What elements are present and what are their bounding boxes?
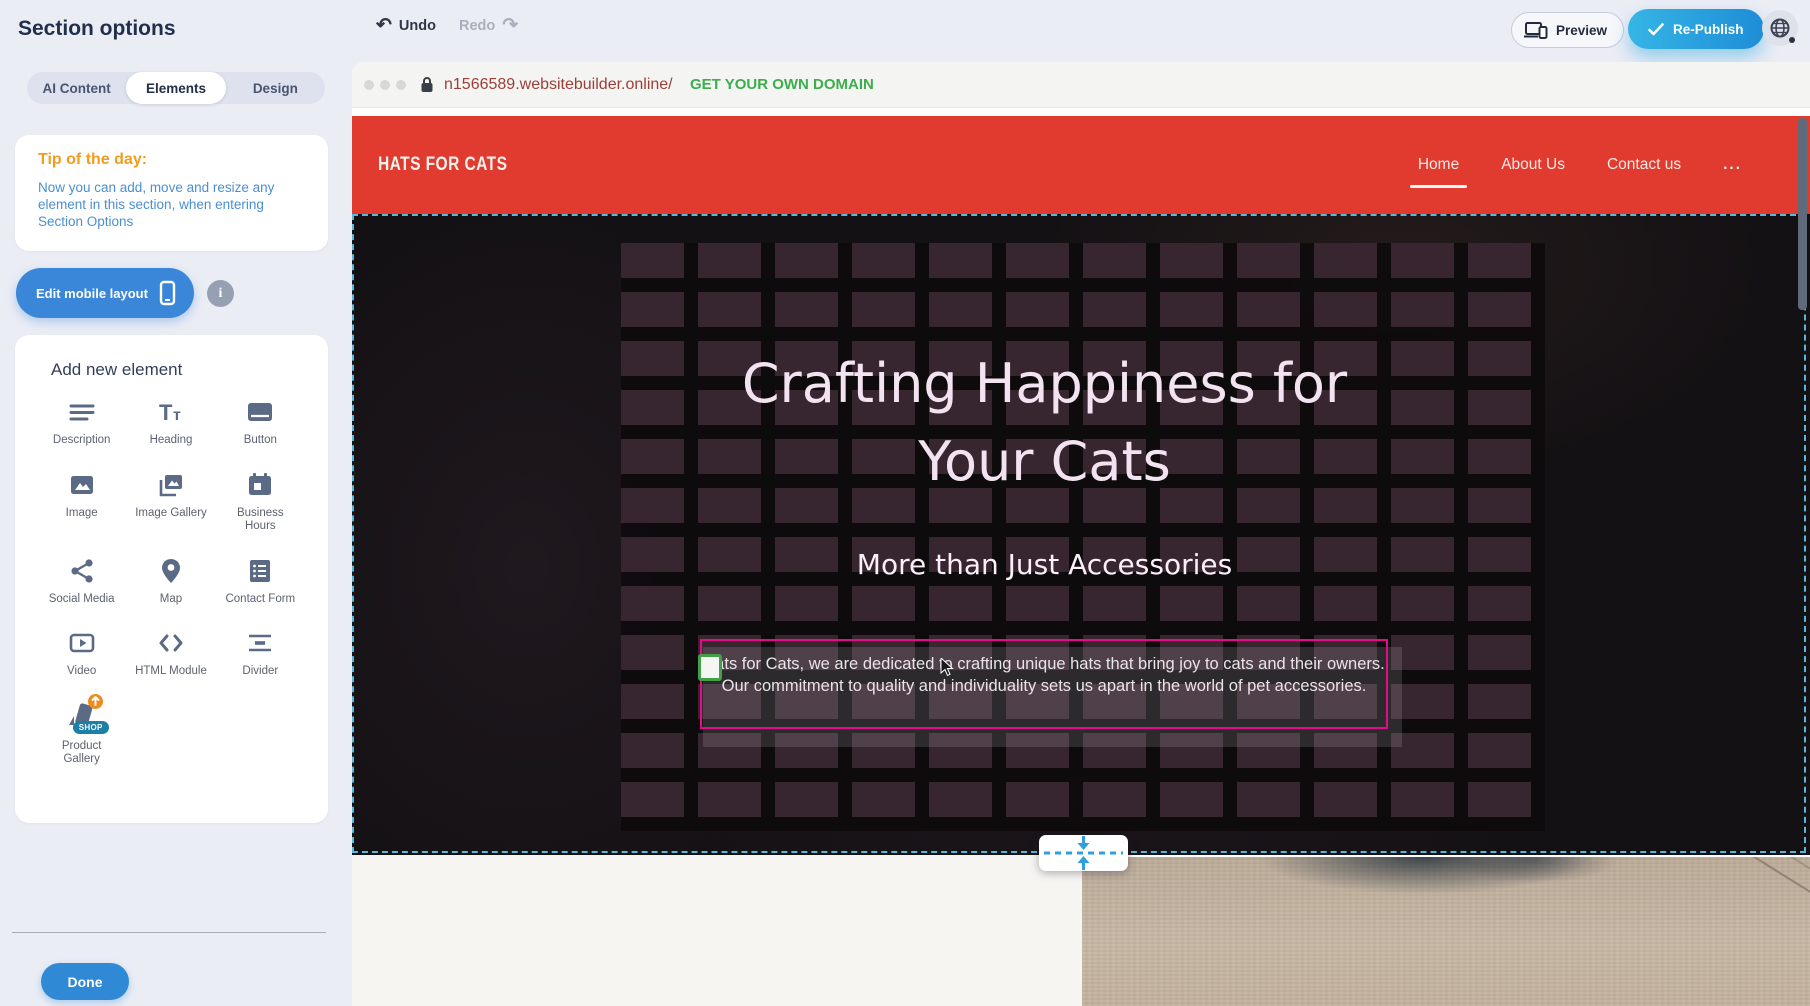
site-url[interactable]: n1566589.websitebuilder.online/	[444, 76, 673, 94]
panel-divider	[12, 932, 326, 933]
description-icon	[67, 397, 97, 427]
element-business-hours[interactable]: Business Hours	[216, 470, 305, 534]
section-resize-handle[interactable]	[1039, 835, 1128, 871]
redo-icon: ↷	[502, 16, 518, 35]
republish-button[interactable]: Re-Publish	[1628, 9, 1764, 49]
undo-icon: ↶	[376, 16, 392, 35]
hero-heading-line1[interactable]: Crafting Happiness for	[352, 352, 1737, 415]
site-preview-window: n1566589.websitebuilder.online/ GET YOUR…	[352, 62, 1810, 1006]
pavement-seam	[1711, 857, 1810, 946]
globe-status-dot	[1789, 37, 1795, 43]
page-title: Section options	[18, 17, 176, 41]
add-element-title: Add new element	[51, 360, 182, 380]
nav-about-us[interactable]: About Us	[1499, 146, 1567, 184]
image-gallery-icon	[156, 470, 186, 500]
contact-form-icon	[245, 556, 275, 586]
next-section-background	[352, 855, 1082, 1006]
map-icon	[156, 556, 186, 586]
button-icon	[245, 397, 275, 427]
edit-mobile-layout-label: Edit mobile layout	[36, 286, 148, 301]
language-globe-button[interactable]	[1762, 10, 1798, 46]
element-heading[interactable]: T т Heading	[126, 397, 215, 448]
element-video[interactable]: Video	[37, 628, 126, 679]
html-module-icon	[156, 628, 186, 658]
video-icon	[67, 628, 97, 658]
done-button[interactable]: Done	[41, 963, 129, 1000]
site-nav: Home About Us Contact us ...	[1416, 116, 1744, 214]
pavement-image	[1082, 857, 1810, 1006]
upgrade-arrow-badge	[88, 694, 103, 709]
element-map[interactable]: Map	[126, 556, 215, 607]
hero-paragraph[interactable]: Hats for Cats, we are dedicated to craft…	[700, 654, 1388, 697]
section-options-editor: Section options AI Content Elements Desi…	[0, 0, 1810, 1006]
element-button[interactable]: Button	[216, 397, 305, 448]
element-description[interactable]: Description	[37, 397, 126, 448]
phone-icon	[159, 280, 176, 306]
hero-subheading[interactable]: More than Just Accessories	[352, 548, 1737, 581]
image-icon	[67, 470, 97, 500]
browser-bar: n1566589.websitebuilder.online/ GET YOUR…	[352, 62, 1810, 108]
add-element-card: Add new element Description T т Heading	[15, 335, 328, 823]
pavement-seam	[1673, 857, 1810, 1006]
site-logo[interactable]: HATS FOR CATS	[378, 154, 507, 176]
business-hours-icon	[245, 470, 275, 500]
site-header[interactable]: HATS FOR CATS Home About Us Contact us .…	[352, 116, 1810, 214]
element-divider[interactable]: Divider	[216, 628, 305, 679]
resize-arrows-icon	[1039, 835, 1128, 871]
tip-body: Now you can add, move and resize any ele…	[38, 179, 310, 230]
tab-elements[interactable]: Elements	[126, 72, 225, 104]
hero-heading-line2[interactable]: Your Cats	[352, 430, 1737, 493]
svg-text:T: T	[159, 400, 173, 425]
divider-icon	[245, 628, 275, 658]
browser-dot	[380, 80, 390, 90]
lock-icon	[420, 76, 434, 98]
browser-dot	[396, 80, 406, 90]
nav-contact-us[interactable]: Contact us	[1605, 146, 1683, 184]
tip-of-the-day-card: Tip of the day: Now you can add, move an…	[15, 135, 328, 251]
check-icon	[1648, 23, 1664, 36]
browser-dot	[364, 80, 374, 90]
element-social-media[interactable]: Social Media	[37, 556, 126, 607]
globe-icon	[1769, 17, 1791, 39]
undo-button[interactable]: ↶ Undo	[376, 16, 436, 35]
redo-button[interactable]: Redo ↷	[459, 16, 518, 35]
social-media-icon	[67, 556, 97, 586]
tab-ai-content[interactable]: AI Content	[27, 72, 126, 104]
element-contact-form[interactable]: Contact Form	[216, 556, 305, 607]
info-icon[interactable]: i	[207, 280, 234, 307]
preview-button[interactable]: Preview	[1511, 12, 1624, 48]
panel-tabs: AI Content Elements Design	[27, 72, 325, 104]
nav-home[interactable]: Home	[1416, 146, 1461, 184]
element-html-module[interactable]: HTML Module	[126, 628, 215, 679]
tip-title: Tip of the day:	[38, 151, 147, 169]
element-grid: Description T т Heading Button	[37, 397, 305, 767]
hero-section[interactable]: Crafting Happiness for Your Cats More th…	[352, 214, 1810, 855]
get-domain-link[interactable]: GET YOUR OWN DOMAIN	[690, 76, 874, 93]
element-product-gallery[interactable]: SHOP Product Gallery	[37, 701, 126, 767]
element-drag-handle[interactable]	[698, 654, 722, 681]
heading-icon: T т	[156, 397, 186, 427]
svg-text:т: т	[173, 407, 181, 424]
shop-badge: SHOP	[73, 721, 109, 734]
element-image[interactable]: Image	[37, 470, 126, 534]
scrollbar-thumb[interactable]	[1798, 118, 1807, 310]
element-image-gallery[interactable]: Image Gallery	[126, 470, 215, 534]
edit-mobile-layout-button[interactable]: Edit mobile layout	[16, 268, 194, 318]
preview-devices-icon	[1524, 21, 1548, 40]
tab-design[interactable]: Design	[226, 72, 325, 104]
nav-more-menu[interactable]: ...	[1721, 146, 1744, 184]
